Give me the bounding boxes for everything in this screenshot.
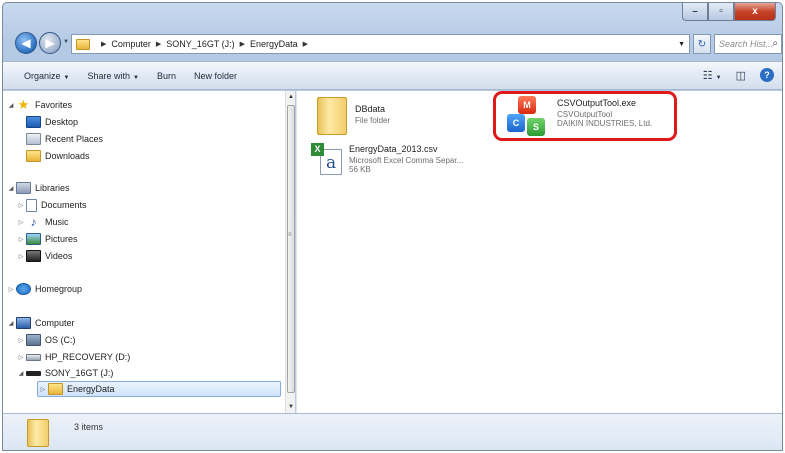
minimize-button[interactable]: – (682, 3, 708, 21)
tree-energydata[interactable]: ▷ EnergyData (37, 381, 281, 397)
hard-drive-icon (26, 353, 41, 361)
scrollbar-thumb[interactable] (287, 105, 295, 393)
share-with-button[interactable]: Share with ▼ (87, 71, 138, 81)
tree-libraries[interactable]: ◢ Libraries (6, 180, 70, 196)
navigation-row: ◀ ▶ ▼ ▶ Computer ▶ SONY_16GT (J:) ▶ EnergyD… (3, 27, 782, 57)
scroll-down-icon[interactable]: ▼ (286, 401, 296, 413)
tree-os-drive[interactable]: ▷ OS (C:) (16, 332, 76, 348)
videos-icon (26, 250, 41, 262)
file-name: EnergyData_2013.csv (349, 144, 438, 154)
file-type: File folder (355, 116, 391, 125)
tree-videos[interactable]: ▷ Videos (16, 248, 72, 264)
downloads-icon (26, 150, 41, 162)
recent-places-icon (26, 133, 41, 145)
tree-usb-drive[interactable]: ◢ SONY_16GT (J:) (16, 365, 114, 381)
navigation-pane: ◢ ★ Favorites Desktop Recent Places Downlo… (3, 91, 295, 413)
help-button[interactable]: ? (760, 68, 774, 82)
new-folder-button[interactable]: New folder (194, 71, 237, 81)
address-bar[interactable]: ▶ Computer ▶ SONY_16GT (J:) ▶ EnergyData ▶ … (71, 34, 690, 54)
organize-button[interactable]: Organize ▼ (24, 71, 69, 81)
file-item-dbdata[interactable]: DBdata File folder (317, 97, 390, 135)
explorer-window: – ▫ x ◀ ▶ ▼ ▶ Computer ▶ SONY_16GT (J:) ▶ E… (2, 2, 783, 451)
file-list: DBdata File folder a X EnergyData_2013.c… (296, 91, 782, 413)
back-button[interactable]: ◀ (15, 32, 37, 54)
tree-pictures[interactable]: ▷ Pictures (16, 231, 78, 247)
breadcrumb-energydata[interactable]: EnergyData (250, 39, 298, 49)
close-button[interactable]: x (734, 3, 776, 21)
grip-icon: ≡ (288, 232, 292, 238)
pictures-icon (26, 233, 41, 245)
burn-button[interactable]: Burn (157, 71, 176, 81)
change-view-button[interactable]: ☷ ▼ (703, 69, 722, 82)
search-placeholder: Search Hist... (719, 39, 774, 49)
file-size: 56 KB (349, 165, 371, 174)
computer-icon (16, 317, 31, 329)
search-input[interactable]: Search Hist... ⌕ (714, 34, 782, 54)
views-icon: ☷ (702, 69, 713, 82)
scroll-up-icon[interactable]: ▲ (286, 91, 296, 103)
documents-icon (26, 198, 37, 212)
tree-recovery-drive[interactable]: ▷ HP_RECOVERY (D:) (16, 349, 131, 365)
file-item-csv[interactable]: a X EnergyData_2013.csv Microsoft Excel … (311, 143, 463, 177)
tree-music[interactable]: ▷ ♪ Music (16, 214, 69, 230)
folder-icon (76, 38, 90, 50)
homegroup-icon (16, 283, 31, 295)
tree-recent-places[interactable]: Recent Places (26, 131, 103, 147)
tree-downloads[interactable]: Downloads (26, 148, 90, 164)
file-type: Microsoft Excel Comma Separ... (349, 156, 464, 165)
search-icon: ⌕ (772, 38, 778, 49)
maximize-button[interactable]: ▫ (708, 3, 734, 21)
recent-pages-dropdown[interactable]: ▼ (63, 39, 69, 45)
tree-desktop[interactable]: Desktop (26, 114, 78, 130)
chevron-down-icon: ▼ (63, 74, 70, 81)
tree-homegroup[interactable]: ▷ Homegroup (6, 281, 82, 297)
forward-button[interactable]: ▶ (39, 32, 61, 54)
star-icon: ★ (17, 97, 30, 112)
folder-icon (317, 97, 347, 135)
breadcrumb-drive[interactable]: SONY_16GT (J:) (166, 39, 234, 49)
os-drive-icon (26, 334, 41, 346)
nav-scrollbar[interactable]: ▲ ≡ ▼ (285, 91, 295, 413)
item-count: 3 items (74, 422, 104, 432)
highlight-box (493, 91, 677, 141)
caption-buttons: – ▫ x (682, 3, 776, 22)
tree-favorites[interactable]: ◢ ★ Favorites (6, 97, 72, 113)
preview-pane-button[interactable]: ◫ (736, 69, 746, 82)
status-bar: 3 items (3, 413, 782, 450)
breadcrumb-computer[interactable]: Computer (111, 39, 151, 49)
tree-documents[interactable]: ▷ Documents (16, 197, 87, 213)
folder-tree: ◢ ★ Favorites Desktop Recent Places Downlo… (3, 91, 285, 413)
usb-drive-icon (26, 370, 41, 376)
file-name: DBdata (355, 104, 386, 114)
address-dropdown-icon[interactable]: ▼ (678, 41, 685, 48)
desktop-icon (26, 116, 41, 128)
tree-computer[interactable]: ◢ Computer (6, 315, 75, 331)
excel-csv-icon: a X (311, 143, 343, 177)
chevron-down-icon: ▼ (133, 74, 139, 81)
refresh-button[interactable]: ↻ (693, 34, 711, 54)
folder-icon (27, 419, 49, 447)
command-bar: Organize ▼ Share with ▼ Burn New folder ☷ … (3, 61, 782, 90)
library-icon (16, 182, 31, 194)
music-icon: ♪ (30, 215, 37, 229)
folder-icon (48, 383, 63, 395)
